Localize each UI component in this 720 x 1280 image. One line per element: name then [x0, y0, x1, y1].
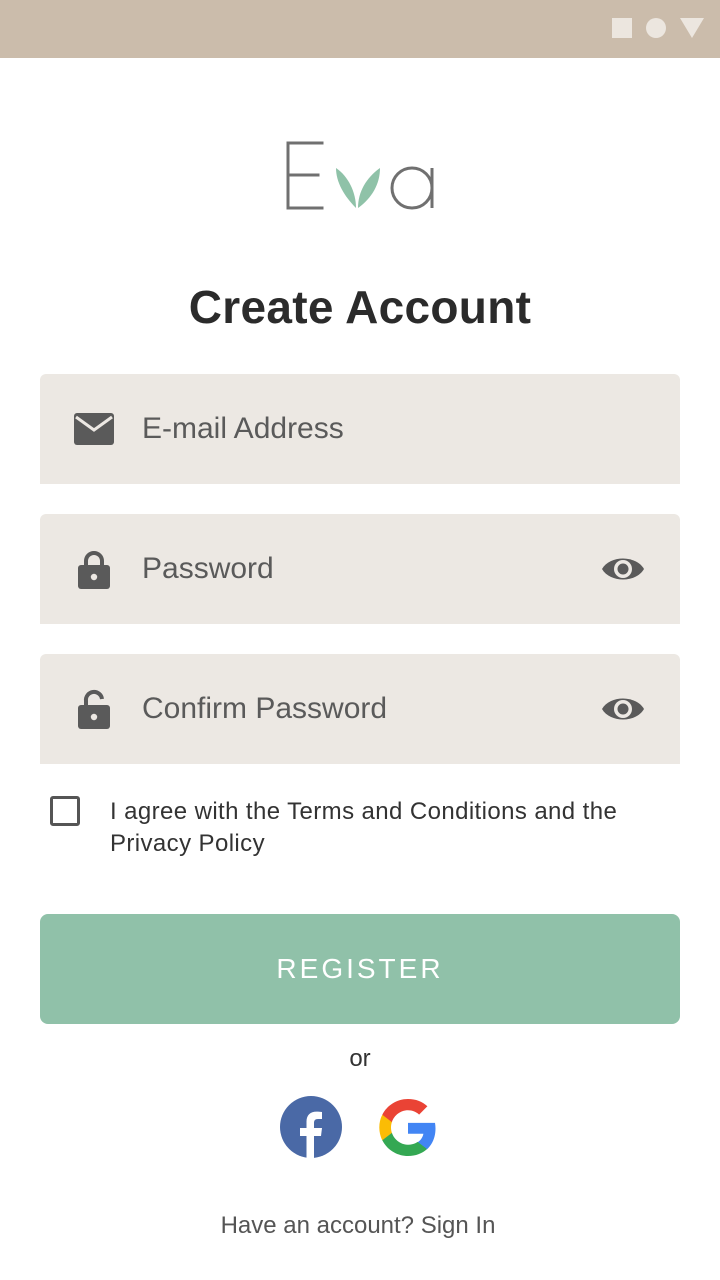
- register-button[interactable]: REGISTER: [40, 914, 680, 1024]
- password-field-container[interactable]: [40, 514, 680, 624]
- square-icon: [612, 18, 632, 38]
- eva-logo: [286, 141, 434, 210]
- eye-icon[interactable]: [600, 691, 646, 727]
- signin-link[interactable]: Have an account? Sign In: [0, 1212, 716, 1240]
- email-input[interactable]: [142, 374, 562, 484]
- password-input[interactable]: [142, 514, 562, 624]
- or-divider: or: [349, 1045, 371, 1072]
- confirm-password-field-container[interactable]: [40, 654, 680, 764]
- email-field-container[interactable]: [40, 374, 680, 484]
- mail-icon: [74, 413, 114, 445]
- confirm-password-input[interactable]: [142, 654, 562, 764]
- status-bar: [0, 0, 720, 58]
- page-title: Create Account: [188, 281, 532, 333]
- facebook-icon[interactable]: [280, 1096, 342, 1158]
- circle-icon: [646, 18, 666, 38]
- lock-icon: [78, 551, 110, 589]
- terms-checkbox[interactable]: [50, 796, 80, 826]
- nav-glyphs: [612, 18, 704, 38]
- eye-icon[interactable]: [600, 551, 646, 587]
- google-icon[interactable]: [378, 1098, 438, 1158]
- terms-label[interactable]: I agree with the Terms and Conditions an…: [110, 796, 670, 860]
- unlock-icon: [78, 689, 110, 729]
- triangle-icon: [680, 18, 704, 38]
